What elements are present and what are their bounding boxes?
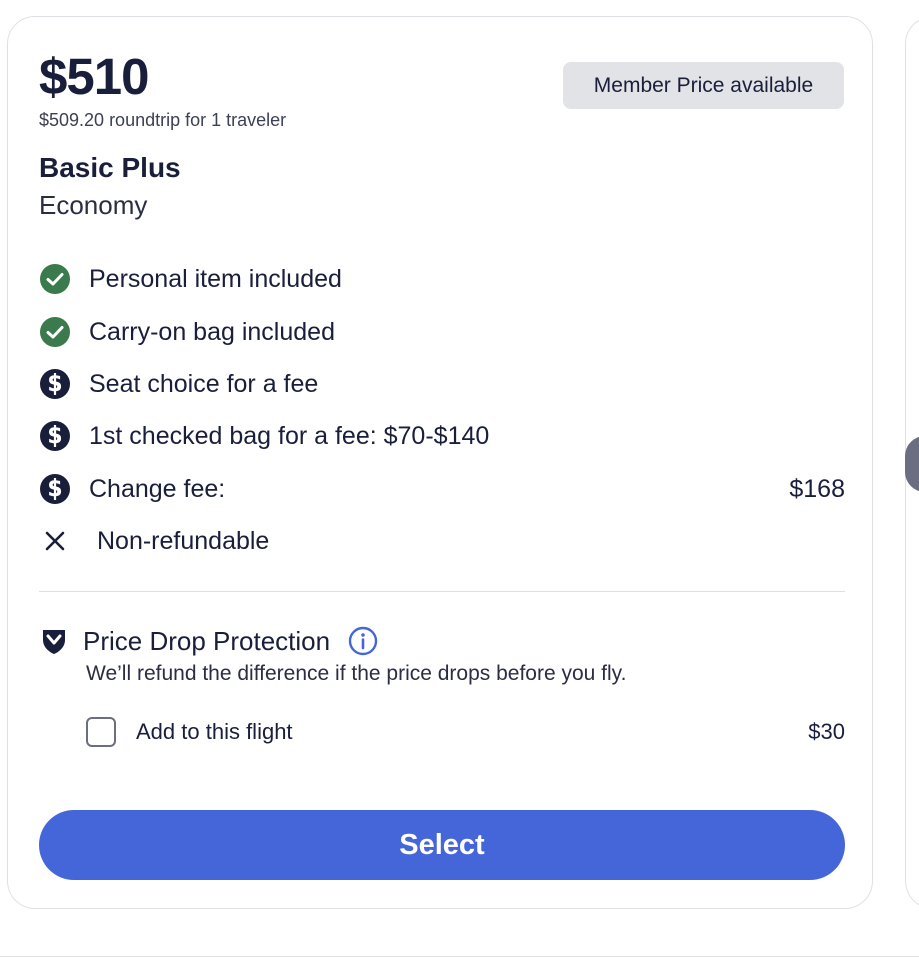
shield-icon (39, 626, 69, 656)
feature-non-refundable: Non-refundable (39, 523, 845, 559)
fare-price-detail: $509.20 roundtrip for 1 traveler (39, 110, 287, 130)
change-fee-amount: $168 (789, 474, 845, 503)
bottom-divider (0, 956, 919, 957)
dollar-circle-icon: S (39, 368, 71, 400)
add-price-drop-checkbox[interactable] (86, 717, 116, 747)
member-price-badge: Member Price available (563, 62, 844, 109)
add-price-drop-price: $30 (808, 719, 845, 744)
check-circle-icon (39, 263, 71, 295)
feature-label: Non-refundable (97, 526, 270, 555)
feature-label: Seat choice for a fee (89, 369, 319, 398)
feature-carry-on: Carry-on bag included (39, 314, 845, 350)
feature-change-fee: S Change fee: $168 (39, 471, 845, 507)
x-icon (39, 525, 71, 557)
select-button[interactable]: Select (39, 810, 845, 880)
feature-personal-item: Personal item included (39, 261, 845, 297)
feature-seat-choice: S Seat choice for a fee (39, 366, 845, 402)
price-drop-header: Price Drop Protection (39, 621, 378, 661)
feature-label: Personal item included (89, 264, 342, 293)
feature-label: 1st checked bag for a fee: $70-$140 (89, 421, 490, 450)
price-drop-description: We’ll refund the difference if the price… (86, 662, 627, 685)
dollar-circle-icon: S (39, 420, 71, 452)
price-drop-addon[interactable]: Add to this flight $30 (86, 715, 845, 749)
cabin-class: Economy (39, 190, 148, 220)
fare-card: $510 $509.20 roundtrip for 1 traveler Me… (7, 16, 873, 909)
feature-label: Carry-on bag included (89, 317, 335, 346)
fare-price: $510 (39, 48, 149, 105)
dollar-circle-icon: S (39, 473, 71, 505)
feature-label: Change fee: (89, 474, 226, 503)
check-circle-icon (39, 316, 71, 348)
add-price-drop-label[interactable]: Add to this flight (136, 719, 808, 745)
fare-page: $510 $509.20 roundtrip for 1 traveler Me… (0, 0, 919, 960)
feature-checked-bag: S 1st checked bag for a fee: $70-$140 (39, 418, 845, 454)
info-icon[interactable] (348, 626, 378, 656)
price-drop-title: Price Drop Protection (83, 625, 331, 656)
section-divider (39, 591, 845, 592)
fare-name: Basic Plus (39, 152, 181, 183)
